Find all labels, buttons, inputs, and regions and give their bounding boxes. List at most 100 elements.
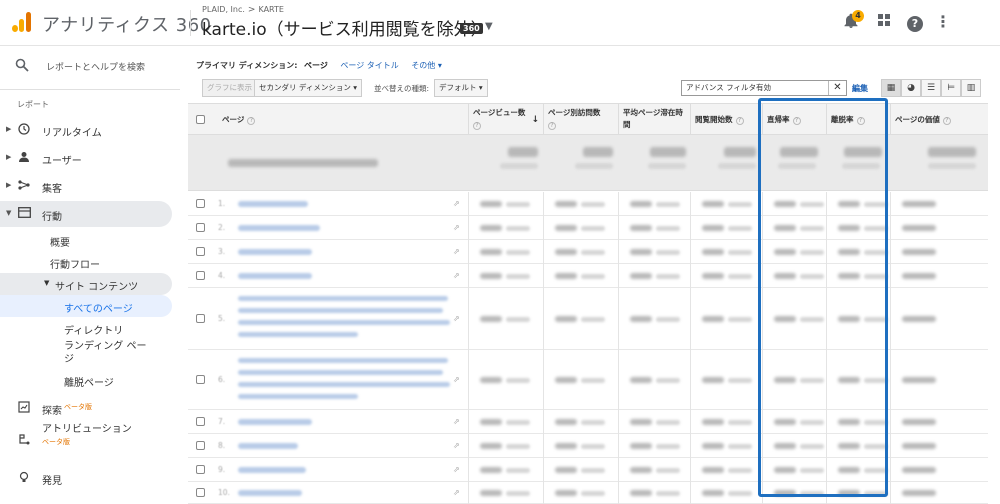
- primary-dimension-other[interactable]: その他 ▾: [411, 61, 442, 70]
- analytics-logo-icon[interactable]: [12, 12, 32, 32]
- view-title[interactable]: karte.io（サービス利用閲覧を除外）: [202, 15, 488, 40]
- open-external-icon[interactable]: ⇗: [453, 441, 460, 450]
- column-header-page[interactable]: ページ?: [218, 104, 468, 136]
- advanced-filter-field[interactable]: アドバンス フィルタ有効 ✕: [681, 80, 847, 96]
- primary-dimension-page-title[interactable]: ページ タイトル: [340, 61, 398, 70]
- open-external-icon[interactable]: ⇗: [453, 465, 460, 474]
- open-external-icon[interactable]: ⇗: [453, 375, 460, 384]
- help-icon[interactable]: ?: [473, 122, 481, 130]
- sidebar-item-audience[interactable]: ▶ ユーザー: [0, 145, 172, 171]
- help-icon[interactable]: ?: [548, 122, 556, 130]
- row-checkbox[interactable]: [196, 465, 205, 474]
- help-icon[interactable]: ?: [906, 13, 924, 32]
- pivot-view-icon[interactable]: ▥: [961, 79, 981, 97]
- cell-value-blurred: [480, 273, 502, 279]
- sidebar-sub-overview[interactable]: 概要: [0, 229, 172, 251]
- page-link-blurred[interactable]: [238, 419, 312, 425]
- clear-filter-close-icon[interactable]: ✕: [828, 81, 846, 95]
- cell-value-blurred: [902, 443, 936, 449]
- help-icon[interactable]: ?: [735, 117, 744, 125]
- open-external-icon[interactable]: ⇗: [453, 223, 460, 232]
- page-link-blurred[interactable]: [238, 225, 320, 231]
- sidebar-item-acquisition[interactable]: ▶ 集客: [0, 173, 172, 199]
- cell-percent-blurred: [506, 317, 530, 322]
- plot-rows-button[interactable]: グラフに表示: [202, 79, 257, 97]
- breadcrumb-property[interactable]: KARTE: [258, 5, 284, 14]
- column-separator: [690, 458, 691, 482]
- comparison-view-icon[interactable]: ⊨: [941, 79, 961, 97]
- open-external-icon[interactable]: ⇗: [453, 417, 460, 426]
- cell-value-blurred: [902, 467, 936, 473]
- page-link-blurred[interactable]: [238, 249, 312, 255]
- data-table-view-icon[interactable]: ▦: [881, 79, 901, 97]
- pie-chart-view-icon[interactable]: ◕: [901, 79, 921, 97]
- page-link-blurred[interactable]: [238, 332, 358, 337]
- column-separator: [890, 458, 891, 482]
- page-link-blurred[interactable]: [238, 490, 302, 496]
- sidebar-sub-all-pages[interactable]: すべてのページ: [0, 295, 172, 317]
- cell-value-blurred: [480, 316, 502, 322]
- view-selector-chevron-icon[interactable]: ▼: [485, 21, 493, 32]
- row-checkbox[interactable]: [196, 223, 205, 232]
- sidebar-sub-exit-pages[interactable]: 離脱ページ: [0, 369, 172, 391]
- open-external-icon[interactable]: ⇗: [453, 314, 460, 323]
- page-link-blurred[interactable]: [238, 467, 306, 473]
- breadcrumb-account[interactable]: PLAID, Inc.: [202, 5, 245, 14]
- column-header-unique-pageviews[interactable]: ページ別訪問数?: [543, 104, 618, 136]
- column-header-pageviews[interactable]: ページビュー数 ↓?: [468, 104, 543, 136]
- open-external-icon[interactable]: ⇗: [453, 271, 460, 280]
- column-separator: [468, 434, 469, 458]
- row-checkbox[interactable]: [196, 441, 205, 450]
- row-checkbox[interactable]: [196, 488, 205, 497]
- performance-view-icon[interactable]: ☰: [921, 79, 941, 97]
- page-link-blurred[interactable]: [238, 296, 448, 301]
- apps-grid-icon[interactable]: [875, 13, 893, 31]
- open-external-icon[interactable]: ⇗: [453, 488, 460, 497]
- column-header-avg-time[interactable]: 平均ページ滞在時間: [618, 104, 690, 136]
- page-link-blurred[interactable]: [238, 358, 448, 363]
- sidebar-item-realtime[interactable]: ▶ リアルタイム: [0, 117, 172, 143]
- page-link-blurred[interactable]: [238, 273, 312, 279]
- row-checkbox[interactable]: [196, 199, 205, 208]
- page-link-blurred[interactable]: [238, 308, 443, 313]
- more-vert-icon[interactable]: ⋮: [934, 13, 952, 31]
- sidebar-sub-site-content[interactable]: ▼ サイト コンテンツ: [0, 273, 172, 295]
- help-icon[interactable]: ?: [247, 117, 256, 125]
- sidebar-sub-landing-pages[interactable]: ランディング ページ: [0, 337, 172, 367]
- secondary-dimension-select[interactable]: セカンダリ ディメンション ▾: [254, 79, 363, 97]
- summary-label-blurred: [228, 159, 378, 167]
- sidebar-item-explore[interactable]: 探索 ベータ版: [0, 395, 172, 421]
- page-link-blurred[interactable]: [238, 394, 358, 399]
- sidebar-item-discover[interactable]: 発見: [0, 465, 172, 491]
- help-icon[interactable]: ?: [942, 117, 951, 125]
- report-search[interactable]: レポートとヘルプを検索: [0, 55, 180, 79]
- sort-type-select[interactable]: デフォルト ▾: [434, 79, 488, 97]
- row-checkbox[interactable]: [196, 247, 205, 256]
- row-checkbox[interactable]: [196, 314, 205, 323]
- sidebar-sub-directory[interactable]: ディレクトリ: [0, 317, 172, 339]
- row-checkbox[interactable]: [196, 271, 205, 280]
- edit-filter-link[interactable]: 編集: [852, 83, 868, 94]
- sidebar-item-behavior[interactable]: ▼ 行動: [0, 201, 172, 227]
- primary-dimension-page[interactable]: ページ: [304, 61, 328, 70]
- column-separator: [890, 410, 891, 434]
- column-header-entrances[interactable]: 閲覧開始数?: [690, 104, 762, 136]
- select-all-checkbox[interactable]: [196, 115, 205, 124]
- column-label: ページの価値: [895, 115, 940, 124]
- page-link-blurred[interactable]: [238, 443, 298, 449]
- column-header-page-value[interactable]: ページの価値?: [890, 104, 988, 136]
- breadcrumb[interactable]: PLAID, Inc. > KARTE: [202, 5, 284, 15]
- chevron-down-icon: ▾: [478, 83, 483, 92]
- page-link-blurred[interactable]: [238, 320, 450, 325]
- cell-percent-blurred: [506, 202, 530, 207]
- row-checkbox[interactable]: [196, 375, 205, 384]
- page-link-blurred[interactable]: [238, 370, 443, 375]
- cell-value-blurred: [630, 377, 652, 383]
- sidebar-item-attribution[interactable]: アトリビューション ベータ版: [0, 421, 172, 461]
- page-link-blurred[interactable]: [238, 382, 450, 387]
- open-external-icon[interactable]: ⇗: [453, 199, 460, 208]
- open-external-icon[interactable]: ⇗: [453, 247, 460, 256]
- row-checkbox[interactable]: [196, 417, 205, 426]
- page-link-blurred[interactable]: [238, 201, 308, 207]
- sidebar-sub-behavior-flow[interactable]: 行動フロー: [0, 251, 172, 273]
